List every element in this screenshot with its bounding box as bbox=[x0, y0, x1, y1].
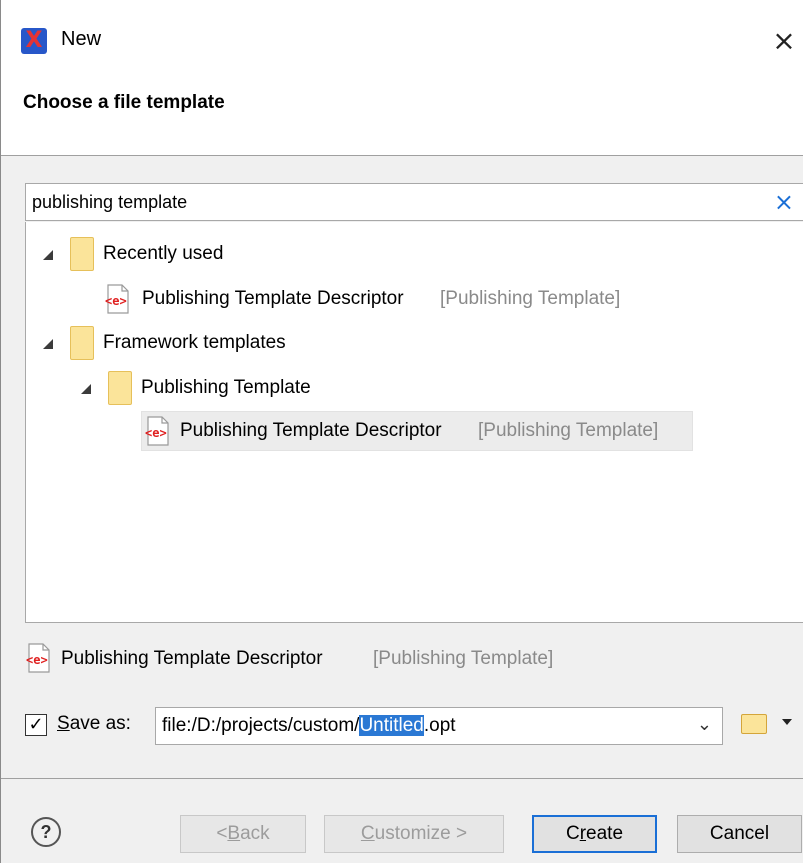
save-path-combobox[interactable]: file:/D:/projects/custom/Untitled.opt ⌄ bbox=[155, 707, 723, 745]
footer-divider bbox=[1, 778, 803, 779]
selected-filename: Untitled bbox=[359, 715, 424, 736]
help-icon: ? bbox=[40, 821, 52, 842]
checkmark-icon: ✓ bbox=[28, 714, 44, 735]
collapse-arrow-icon[interactable] bbox=[81, 384, 93, 396]
template-descriptor-icon: <e> bbox=[26, 643, 50, 673]
template-name: Publishing Template Descriptor bbox=[180, 420, 442, 441]
browse-dropdown-arrow-icon[interactable] bbox=[782, 719, 792, 725]
oxygen-app-icon: X bbox=[21, 28, 47, 54]
description-name: Publishing Template Descriptor bbox=[61, 648, 323, 669]
template-descriptor-icon: <e> bbox=[145, 416, 169, 446]
template-search: × bbox=[25, 183, 803, 221]
svg-text:<e>: <e> bbox=[145, 426, 167, 440]
template-description: <e> Publishing Template Descriptor [Publ… bbox=[1, 640, 803, 676]
save-as-label: Save as: bbox=[57, 713, 131, 734]
save-as-checkbox[interactable]: ✓ bbox=[25, 714, 47, 736]
folder-icon bbox=[70, 237, 94, 271]
template-name: Publishing Template Descriptor bbox=[142, 288, 404, 309]
back-button[interactable]: < Back bbox=[180, 815, 306, 853]
tree-node-publishing-template[interactable]: Publishing Template bbox=[26, 369, 803, 407]
new-file-dialog: X New × Choose a file template × Recentl… bbox=[0, 0, 803, 863]
close-icon: × bbox=[772, 23, 796, 57]
template-tree[interactable]: Recently used <e> Publishing Template De… bbox=[25, 222, 803, 623]
customize-button[interactable]: Customize > bbox=[324, 815, 504, 853]
clear-search-icon[interactable]: × bbox=[774, 187, 794, 217]
tree-item-recent-template[interactable]: <e> Publishing Template Descriptor [Publ… bbox=[26, 280, 803, 318]
template-category: [Publishing Template] bbox=[478, 420, 659, 441]
collapse-arrow-icon[interactable] bbox=[43, 339, 55, 351]
tree-node-label: Recently used bbox=[103, 243, 224, 264]
cancel-button[interactable]: Cancel bbox=[677, 815, 802, 853]
tree-node-label: Publishing Template bbox=[141, 377, 311, 398]
collapse-arrow-icon[interactable] bbox=[43, 250, 55, 262]
search-input[interactable] bbox=[32, 188, 762, 216]
page-title: Choose a file template bbox=[23, 92, 225, 113]
tree-node-label: Framework templates bbox=[103, 332, 286, 353]
browse-folder-icon[interactable] bbox=[741, 714, 767, 734]
dialog-header: Choose a file template bbox=[1, 72, 803, 156]
chevron-down-icon[interactable]: ⌄ bbox=[697, 714, 712, 735]
title-bar: X New × bbox=[1, 0, 803, 72]
tree-node-framework-templates[interactable]: Framework templates bbox=[26, 324, 803, 362]
window-title: New bbox=[61, 28, 102, 50]
help-button[interactable]: ? bbox=[31, 817, 61, 847]
svg-text:<e>: <e> bbox=[105, 294, 127, 308]
svg-text:<e>: <e> bbox=[26, 653, 48, 667]
template-category: [Publishing Template] bbox=[440, 288, 621, 309]
template-descriptor-icon: <e> bbox=[105, 284, 129, 314]
description-category: [Publishing Template] bbox=[373, 648, 554, 669]
close-button[interactable]: × bbox=[764, 20, 803, 60]
save-path-input[interactable]: file:/D:/projects/custom/Untitled.opt bbox=[162, 715, 456, 737]
folder-icon bbox=[70, 326, 94, 360]
create-button[interactable]: Cr eate bbox=[532, 815, 657, 853]
tree-item-selected-template[interactable]: <e> Publishing Template Descriptor [Publ… bbox=[26, 412, 803, 450]
folder-icon bbox=[108, 371, 132, 405]
save-as-row: ✓ Save as: file:/D:/projects/custom/Unti… bbox=[1, 705, 803, 745]
tree-node-recently-used[interactable]: Recently used bbox=[26, 235, 803, 273]
